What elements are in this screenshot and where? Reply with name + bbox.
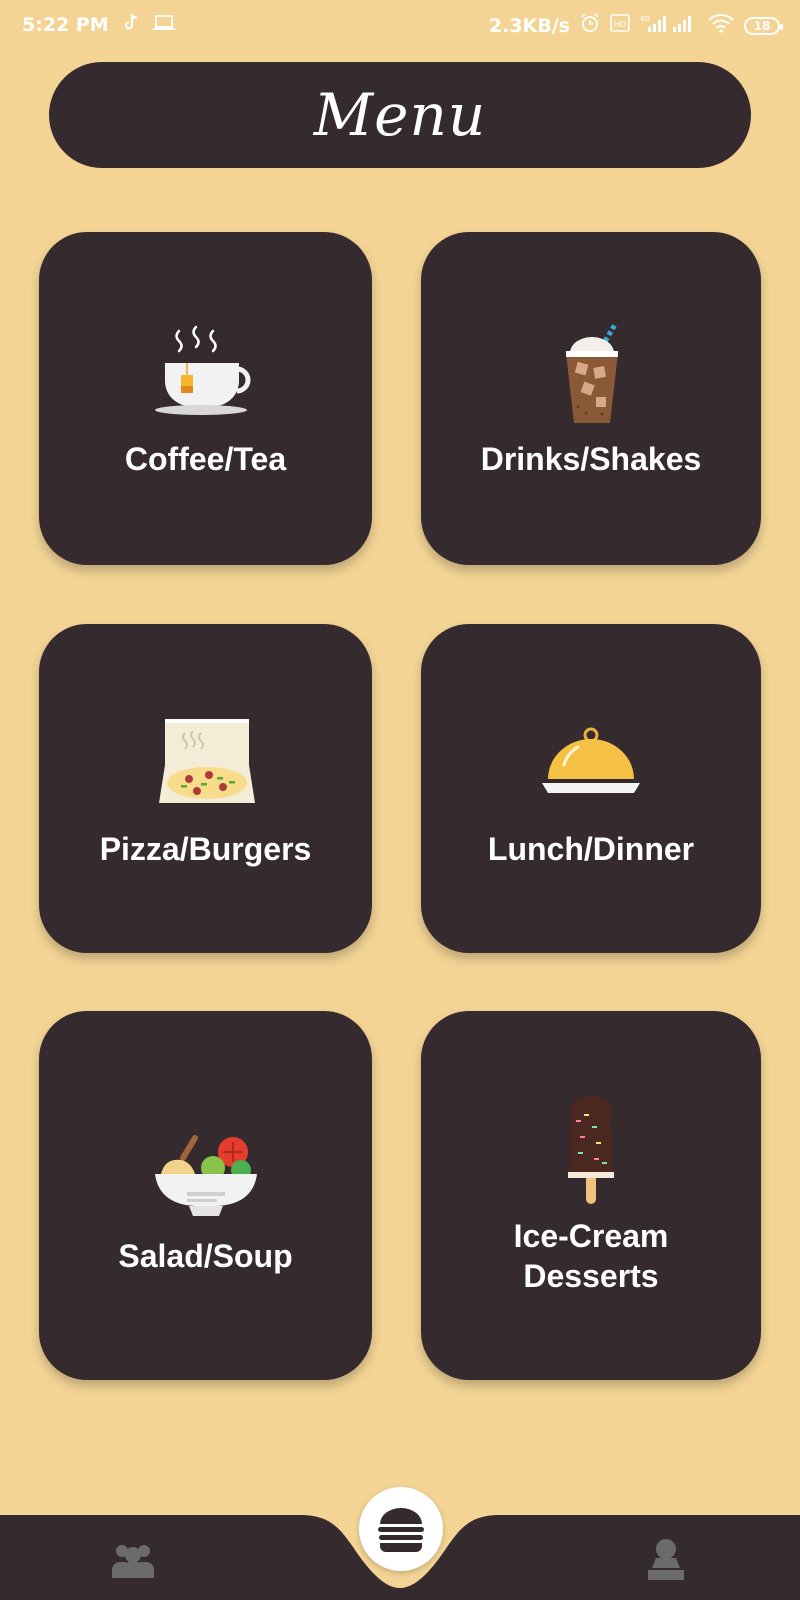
cloche-icon	[542, 727, 640, 793]
svg-text:HD: HD	[614, 20, 626, 29]
category-card-lunch-dinner[interactable]: Lunch/Dinner	[421, 624, 761, 953]
tiktok-icon	[123, 13, 139, 36]
category-label: Coffee/Tea	[124, 440, 287, 477]
category-card-drinks-shakes[interactable]: Drinks/Shakes	[421, 232, 761, 565]
menu-header: Menu	[49, 62, 751, 168]
iced-drink-icon	[566, 321, 619, 423]
category-card-pizza-burgers[interactable]: Pizza/Burgers	[39, 624, 372, 953]
group-icon[interactable]	[110, 1540, 156, 1580]
popsicle-icon	[568, 1095, 614, 1204]
network-speed: 2.3KB/s	[488, 14, 570, 37]
category-label: Drinks/Shakes	[480, 440, 702, 477]
category-card-salad-soup[interactable]: Salad/Soup	[39, 1011, 372, 1380]
network-type: 4G	[640, 15, 650, 23]
category-card-ice-cream-desserts[interactable]: Ice-Cream Desserts	[421, 1011, 761, 1380]
status-bar: 5:22 PM 2.3KB/s HD 4G 18	[0, 0, 800, 50]
wifi-icon	[708, 13, 734, 38]
category-label: Pizza/Burgers	[99, 830, 312, 867]
laptop-icon	[152, 14, 175, 36]
category-label: Salad/Soup	[118, 1237, 293, 1274]
volte-icon: HD	[610, 14, 630, 37]
status-time: 5:22 PM	[22, 13, 109, 36]
menu-fab-button[interactable]	[359, 1487, 443, 1571]
page-title: Menu	[313, 81, 487, 149]
battery-level: 18	[753, 18, 771, 33]
alarm-icon	[580, 13, 600, 38]
category-card-coffee-tea[interactable]: Coffee/Tea	[39, 232, 372, 565]
profile-icon[interactable]	[646, 1538, 686, 1580]
battery-icon: 18	[744, 16, 783, 35]
salad-bowl-icon	[154, 1134, 257, 1216]
category-label: Lunch/Dinner	[487, 830, 695, 867]
burger-icon	[378, 1508, 424, 1552]
pizza-box-icon	[158, 718, 255, 803]
signal-icon: 4G	[640, 13, 698, 38]
teacup-icon	[154, 325, 250, 415]
category-label: Ice-Cream Desserts	[513, 1217, 669, 1294]
